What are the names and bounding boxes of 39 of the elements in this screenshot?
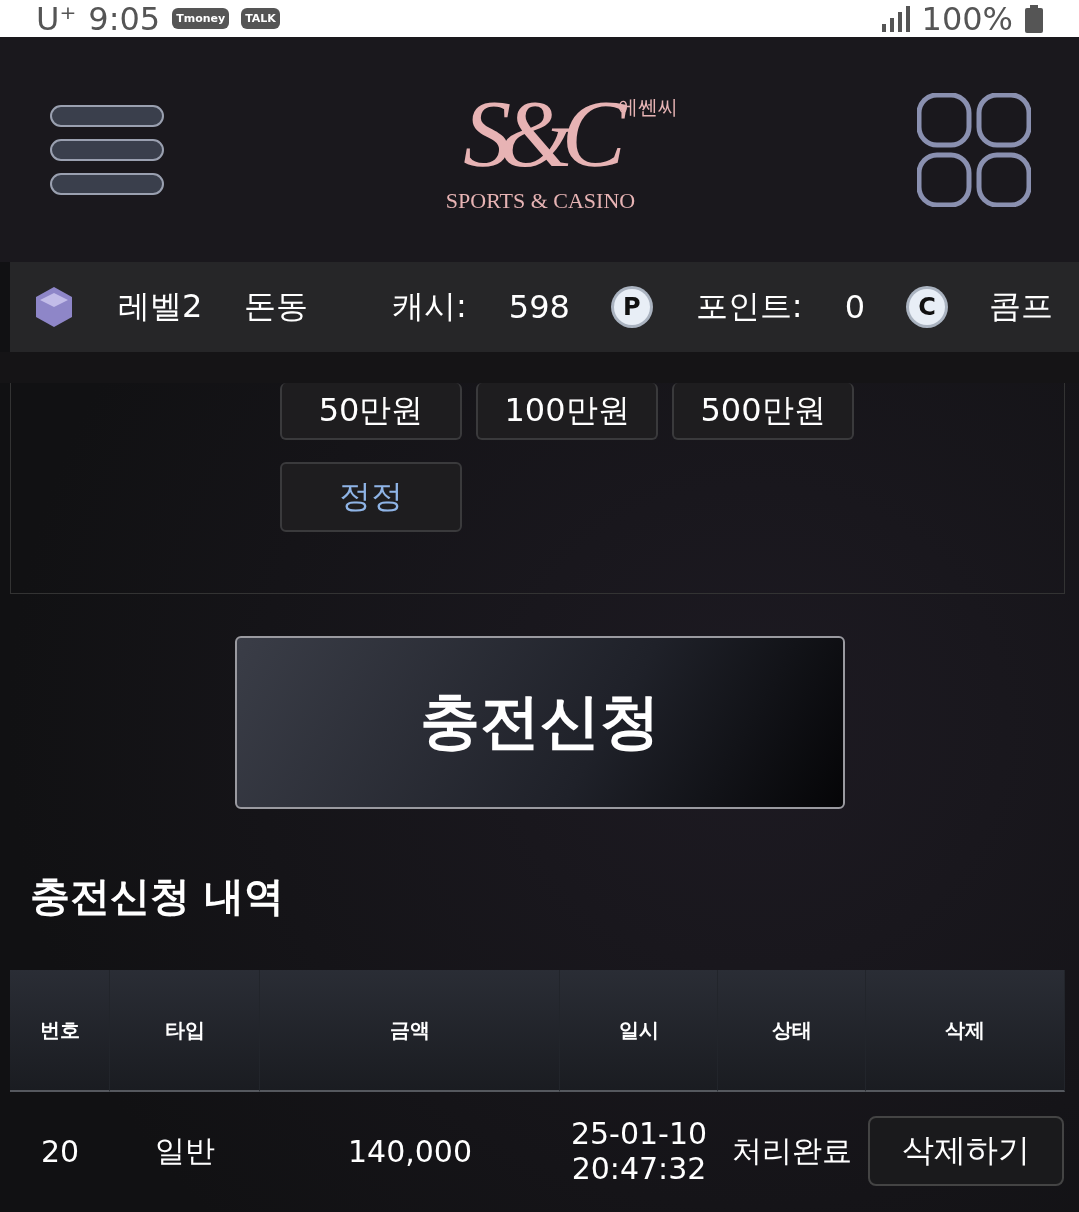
- table-cell-text: 일반: [154, 1131, 216, 1170]
- submit-button[interactable]: 충전신청: [234, 636, 845, 809]
- amount-button[interactable]: 500만원: [672, 383, 854, 440]
- cash-value: 598: [508, 288, 570, 326]
- table-cell-text: 25-01-10 20:47:32: [569, 1115, 709, 1188]
- column-header: 번호: [10, 970, 110, 1092]
- column-header: 타입: [110, 970, 260, 1092]
- battery-level: 100%: [921, 0, 1013, 38]
- battery-icon: [1025, 4, 1043, 33]
- carrier-label: U⁺: [36, 0, 77, 38]
- point-label: 포인트:: [695, 286, 803, 327]
- app-notification-icon: TALK: [241, 8, 280, 29]
- delete-button[interactable]: 삭제하기: [867, 1116, 1064, 1186]
- point-badge: P: [613, 289, 650, 325]
- clock: 9:05: [88, 0, 161, 38]
- table-cell-text: 140,000: [346, 1132, 474, 1171]
- table-cell-text: 20: [39, 1132, 81, 1171]
- level-gem-icon: [36, 287, 72, 327]
- column-header: 금액: [260, 970, 560, 1092]
- cash-label: 캐시:: [392, 286, 467, 327]
- amount-button[interactable]: 50만원: [280, 383, 462, 440]
- column-header: 삭제: [866, 970, 1065, 1092]
- nickname: 돈동: [244, 286, 309, 327]
- reset-button[interactable]: 정정: [280, 462, 462, 532]
- signal-icon: [879, 5, 910, 32]
- grid-menu-icon[interactable]: [917, 92, 1031, 207]
- table-cell-text: 처리완료: [731, 1131, 853, 1170]
- level-label: 레벨2: [118, 286, 203, 327]
- menu-icon[interactable]: [50, 103, 164, 196]
- point-value: 0: [844, 288, 865, 326]
- amount-button[interactable]: 100만원: [476, 383, 658, 440]
- app-notification-icon: Tmoney: [172, 8, 230, 29]
- section-title: 충전신청 내역: [30, 872, 285, 921]
- column-header: 상태: [718, 970, 866, 1092]
- logo-tagline: SPORTS & CASINO: [445, 187, 636, 214]
- comp-label[interactable]: 콤프: [989, 285, 1053, 329]
- logo-korean-text: 에쎈씨: [617, 94, 678, 120]
- comp-badge: C: [909, 289, 945, 325]
- column-header: 일시: [560, 970, 718, 1092]
